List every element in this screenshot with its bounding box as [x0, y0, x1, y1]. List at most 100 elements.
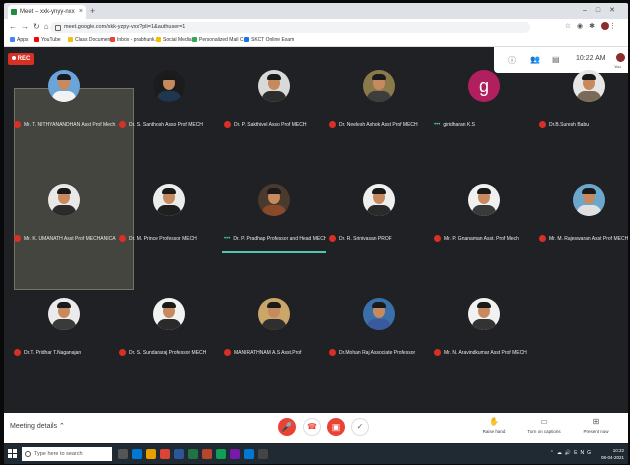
new-tab-button[interactable]: +	[90, 5, 95, 17]
participant-tile[interactable]: Mr. T. NITHYANANDHAN Asst Prof Mech...	[12, 57, 116, 137]
mic-muted-icon	[539, 121, 546, 129]
participant-tile[interactable]: Dr. M. Prince Professor MECH	[117, 171, 221, 251]
participant-avatar	[363, 184, 395, 216]
participant-name: Mr. M. Rajeswaran Asst Prof MECH	[539, 235, 628, 243]
participant-avatar	[48, 298, 80, 330]
meeting-details-button[interactable]: Meeting details ⌃	[10, 422, 65, 430]
camera-off-button[interactable]: ▣	[327, 418, 345, 436]
speaking-icon: •••	[434, 122, 441, 128]
present-icon: ⊞	[592, 417, 600, 426]
mic-muted-icon	[329, 121, 336, 129]
hand-icon: ✋	[489, 417, 499, 426]
mic-muted-icon	[329, 349, 336, 357]
task-view-icon[interactable]	[118, 449, 128, 459]
bookmark-social-media[interactable]: Social Media	[156, 35, 192, 46]
leave-call-button[interactable]: ☎	[303, 418, 321, 436]
more-options-button[interactable]: ✓	[351, 418, 369, 436]
participant-name: Dr.Mohan Raj Associate Professor	[329, 349, 431, 357]
tab-title: Meet – xxk-ynyy-nxx	[20, 9, 75, 15]
close-tab-icon[interactable]: ×	[79, 5, 83, 19]
mic-muted-icon	[539, 235, 546, 243]
participant-avatar	[468, 298, 500, 330]
participant-tile[interactable]: g ••• giridharan K.S	[432, 57, 536, 137]
lock-icon	[55, 25, 61, 31]
bookmark-class-documents[interactable]: Class Documents	[68, 35, 114, 46]
address-bar[interactable]: meet.google.com/xkk-yzpy-vxx?pli=1&authu…	[50, 22, 530, 33]
participant-tile[interactable]: Dr.T. Pridhar T.Naganajan	[12, 285, 116, 365]
meet-control-bar: Meeting details ⌃ 🎤 ☎ ▣ ✓ ✋ Raise hand ▭…	[4, 413, 628, 443]
chrome-icon[interactable]	[160, 449, 170, 459]
participant-name: MANIRATHNAM A.S Asst.Prof	[224, 349, 326, 357]
mic-muted-icon	[434, 349, 441, 357]
bookmarks-bar: Apps YouTube Class Documents Inbox - pra…	[4, 35, 628, 47]
participant-tile[interactable]: Dr. S. Santhosh Asso Prof MECH	[117, 57, 221, 137]
extension-icons[interactable]: ☆◉✱ ⋮	[565, 21, 622, 33]
participant-name: Mr. N. Aravindkumar Asst Prof MECH	[434, 349, 536, 357]
outlook-icon[interactable]	[244, 449, 254, 459]
meet-stage: REC ⓘ 👥 ▤ 10:22 AM You Mr. T. NITHYANAND…	[4, 47, 628, 413]
participant-tile[interactable]: Mr. M. Rajeswaran Asst Prof MECH	[537, 171, 628, 251]
system-tray-icons[interactable]: ⌃☁🔊ENG	[550, 450, 594, 456]
mic-muted-icon	[329, 235, 336, 243]
taskbar-search-input[interactable]: Type here to search	[22, 447, 112, 461]
settings-icon[interactable]	[258, 449, 268, 459]
word-icon[interactable]	[174, 449, 184, 459]
powerpoint-icon[interactable]	[202, 449, 212, 459]
participant-name: Mr. T. NITHYANANDHAN Asst Prof Mech...	[14, 121, 116, 129]
participant-tile[interactable]: Dr. S. Sundararaj Professor MECH	[117, 285, 221, 365]
raise-hand-button[interactable]: ✋ Raise hand	[469, 416, 519, 435]
speaking-icon: •••	[224, 236, 231, 242]
participant-tile[interactable]: Mr. P. Gnanaman Asst. Prof Mech	[432, 171, 536, 251]
file-explorer-icon[interactable]	[146, 449, 156, 459]
participant-avatar	[258, 70, 290, 102]
participant-tile[interactable]: ••• Dr. P. Pradhap Professor and Head MEC…	[222, 171, 326, 253]
participant-name: Dr. R. Srinivasan PROF	[329, 235, 431, 243]
participant-tile[interactable]: Dr. P. Sakthivel Asso Prof MECH	[222, 57, 326, 137]
bookmark-youtube[interactable]: YouTube	[34, 35, 61, 46]
participant-avatar	[153, 298, 185, 330]
participant-tile[interactable]: MANIRATHNAM A.S Asst.Prof	[222, 285, 326, 365]
participant-tile[interactable]: Mr. N. Aravindkumar Asst Prof MECH	[432, 285, 536, 365]
participant-avatar	[573, 184, 605, 216]
participant-name: Dr. P. Sakthivel Asso Prof MECH	[224, 121, 326, 129]
participant-avatar	[153, 184, 185, 216]
bookmark-inbox[interactable]: Inbox - prabhunk...	[110, 35, 159, 46]
participant-tile[interactable]: Dr.B.Suresh Babu	[537, 57, 628, 137]
teams-icon[interactable]	[230, 449, 240, 459]
profile-avatar-icon[interactable]	[601, 22, 609, 31]
participant-avatar: g	[468, 70, 500, 102]
bookmark-personalized-mail[interactable]: Personalized Mail C...	[192, 35, 248, 46]
participant-tile[interactable]: Dr.Mohan Raj Associate Professor	[327, 285, 431, 365]
captions-button[interactable]: ▭ Turn on captions	[519, 416, 569, 435]
participant-name: Dr. S. Santhosh Asso Prof MECH	[119, 121, 221, 129]
url-text: meet.google.com/xkk-yzpy-vxx?pli=1&authu…	[64, 24, 186, 30]
participant-name: Mr. K. UMANATH Asst Prof MECHANICAL	[14, 235, 116, 243]
windows-start-icon[interactable]	[8, 449, 18, 459]
mic-muted-icon	[119, 235, 126, 243]
participant-avatar	[573, 70, 605, 102]
participant-tile[interactable]: Mr. K. UMANATH Asst Prof MECHANICAL	[12, 171, 116, 251]
participant-avatar	[258, 184, 290, 216]
browser-tab[interactable]: Meet – xxk-ynyy-nxx ×	[8, 5, 86, 19]
participant-avatar	[363, 298, 395, 330]
taskbar-clock[interactable]: 10:22 08-04-2021	[601, 447, 624, 461]
participant-tile[interactable]: Dr. R. Srinivasan PROF	[327, 171, 431, 251]
bookmark-skct-exam[interactable]: SKCT Online Exam	[244, 35, 294, 46]
participant-avatar	[48, 184, 80, 216]
participant-name: Dr. Neelesh Ashok Asst Prof MECH	[329, 121, 431, 129]
participant-avatar	[258, 298, 290, 330]
participant-avatar	[48, 70, 80, 102]
window-controls[interactable]: –□✕	[583, 4, 624, 18]
screen-frame: Meet – xxk-ynyy-nxx × + –□✕ ←→↻⌂ meet.go…	[4, 3, 628, 464]
nav-buttons[interactable]: ←→↻⌂	[9, 21, 53, 33]
participant-tile[interactable]: Dr. Neelesh Ashok Asst Prof MECH	[327, 57, 431, 137]
excel-icon[interactable]	[188, 449, 198, 459]
mic-muted-icon	[14, 121, 21, 129]
bookmark-apps[interactable]: Apps	[10, 35, 28, 46]
participant-name: Dr. M. Prince Professor MECH	[119, 235, 221, 243]
meet-app-icon[interactable]	[216, 449, 226, 459]
present-now-button[interactable]: ⊞ Present now	[571, 416, 621, 435]
mic-off-button[interactable]: 🎤	[278, 418, 296, 436]
mic-muted-icon	[119, 121, 126, 129]
edge-icon[interactable]	[132, 449, 142, 459]
